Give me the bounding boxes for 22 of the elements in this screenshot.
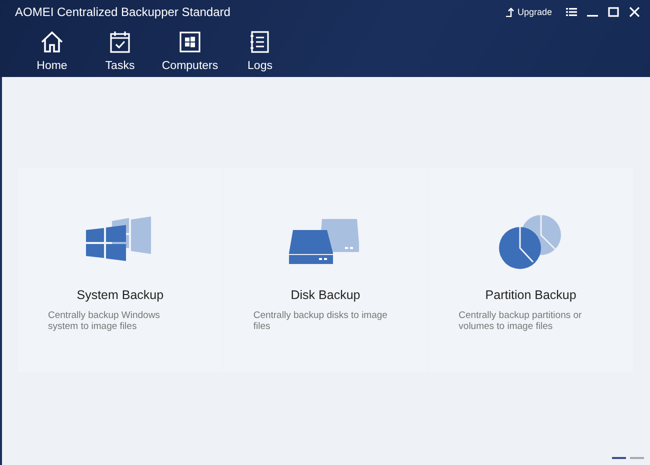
card-title: Disk Backup <box>290 288 362 302</box>
nav-button[interactable]: Home <box>18 24 86 72</box>
card-title: System Backup <box>76 288 165 302</box>
nav-button[interactable]: Logs <box>226 24 294 72</box>
card-description: Centrally backup disks to image files <box>253 310 388 332</box>
pie-chart-icon <box>498 214 563 270</box>
upgrade-button[interactable]: Upgrade <box>506 7 552 17</box>
upload-arrow-icon <box>506 7 516 17</box>
close-icon[interactable] <box>629 7 640 17</box>
windows-icon <box>178 30 202 54</box>
card-description: Centrally backup partitions or volumes to image files <box>458 310 583 332</box>
maximize-icon[interactable] <box>608 7 619 17</box>
card-title: Partition Backup <box>484 288 578 302</box>
calendar-check-icon <box>108 30 132 54</box>
home-icon <box>40 30 64 54</box>
card-description: Centrally backup Windows system to image files <box>48 310 161 332</box>
document-list-icon <box>248 30 272 54</box>
menu-icon[interactable] <box>566 7 577 17</box>
hard-drive-icon <box>289 219 362 265</box>
nav-button[interactable]: Computers <box>154 24 226 72</box>
nav-button[interactable]: Tasks <box>86 24 154 72</box>
window-title: AOMEI Centralized Backupper Standard <box>15 5 230 19</box>
